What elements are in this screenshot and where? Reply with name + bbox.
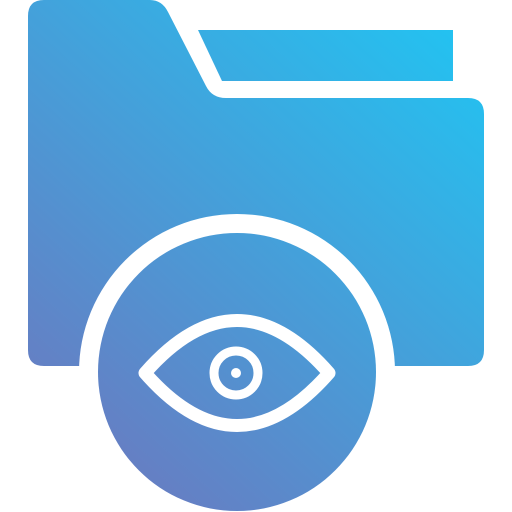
- icon-canvas: [0, 0, 512, 512]
- folder-back-tab: [198, 30, 453, 81]
- eye-pupil: [231, 368, 241, 378]
- folder-view-icon: [28, 0, 484, 512]
